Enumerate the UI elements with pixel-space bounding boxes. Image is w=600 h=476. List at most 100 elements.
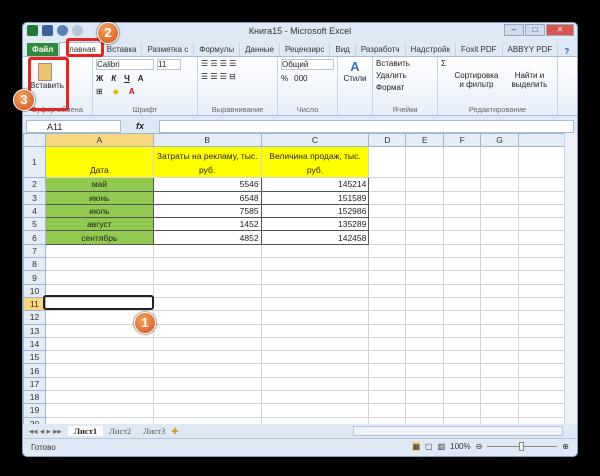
cell[interactable] — [152, 270, 262, 285]
select-all[interactable] — [23, 133, 46, 148]
column-header[interactable]: E — [405, 133, 445, 148]
cell[interactable] — [518, 270, 566, 285]
fill-color-icon[interactable]: ◆ — [113, 87, 119, 96]
cell[interactable] — [480, 296, 520, 312]
cell[interactable] — [443, 363, 482, 378]
tab-formulas[interactable]: Формулы — [194, 43, 241, 56]
cell[interactable] — [405, 270, 445, 285]
cell[interactable] — [405, 323, 445, 338]
column-header[interactable]: G — [480, 133, 520, 148]
header-cell-ad[interactable]: Затраты на рекламу, тыс. руб. — [152, 146, 262, 179]
cell[interactable] — [368, 323, 407, 338]
sort-filter-button[interactable]: Сортировка и фильтр — [454, 71, 499, 89]
cell[interactable] — [260, 270, 370, 285]
cell[interactable] — [260, 257, 370, 272]
cell[interactable] — [152, 376, 262, 392]
redo-icon[interactable] — [72, 25, 83, 36]
cell[interactable] — [368, 177, 407, 192]
cell[interactable] — [152, 296, 262, 312]
align-horizontal-icons[interactable]: ☰ ☰ ☰ ⊟ — [201, 72, 274, 81]
minimize-button[interactable]: – — [504, 24, 524, 36]
page-layout-view-icon[interactable]: ▢ — [425, 442, 433, 451]
page-break-view-icon[interactable]: ▥ — [438, 442, 446, 451]
cell[interactable] — [518, 363, 566, 378]
tab-developer[interactable]: Разработч — [356, 43, 406, 56]
cell[interactable] — [518, 283, 566, 298]
cell[interactable] — [480, 217, 520, 232]
cell-sales[interactable]: 142458 — [260, 230, 370, 245]
cell[interactable] — [260, 363, 370, 378]
row-header[interactable]: 14 — [23, 336, 46, 352]
cell[interactable] — [443, 230, 482, 245]
cell[interactable] — [480, 230, 520, 245]
cell[interactable] — [368, 283, 407, 298]
sheet-tab-1[interactable]: Лист1 — [67, 426, 104, 436]
cell[interactable] — [480, 323, 520, 338]
thousands-button[interactable]: 000 — [294, 74, 307, 83]
cell[interactable] — [260, 296, 370, 312]
sheet-nav-arrows[interactable]: ◂◂ ◂ ▸ ▸▸ — [23, 426, 68, 437]
cell[interactable] — [480, 350, 520, 365]
cell[interactable] — [405, 296, 445, 312]
tab-data[interactable]: Данные — [240, 43, 280, 56]
percent-button[interactable]: % — [281, 74, 288, 83]
undo-icon[interactable] — [57, 25, 68, 36]
cell[interactable] — [368, 336, 407, 352]
tab-addins[interactable]: Надстройк — [406, 43, 456, 56]
header-cell-date[interactable]: Дата — [44, 146, 154, 179]
borders-icon[interactable]: ⊞ — [96, 87, 103, 96]
cell[interactable] — [518, 336, 566, 352]
italic-button[interactable]: К — [111, 74, 116, 83]
cell[interactable] — [443, 243, 482, 259]
cell[interactable] — [368, 390, 407, 405]
font-grow-icon[interactable]: A — [138, 74, 144, 83]
row-header[interactable]: 15 — [23, 350, 46, 365]
cell[interactable] — [405, 350, 445, 365]
cell[interactable] — [518, 310, 566, 325]
cell[interactable] — [152, 283, 262, 298]
row-header[interactable]: 16 — [23, 363, 46, 378]
cell[interactable] — [480, 310, 520, 325]
selected-cell-a11[interactable] — [43, 295, 154, 310]
cell-sales[interactable]: 135289 — [260, 217, 370, 232]
row-header[interactable]: 3 — [23, 190, 46, 205]
cell-sales[interactable]: 151589 — [260, 190, 370, 205]
cell[interactable] — [518, 350, 566, 365]
cell[interactable] — [518, 190, 566, 205]
cell[interactable] — [443, 270, 482, 285]
cell[interactable] — [152, 257, 262, 272]
cell[interactable] — [480, 283, 520, 298]
cell-ad[interactable]: 4852 — [152, 230, 262, 245]
align-icons[interactable]: ☰ ☰ ☰ ☰ — [201, 59, 274, 68]
cell[interactable] — [44, 363, 154, 378]
row-header[interactable]: 6 — [23, 230, 46, 245]
cell[interactable] — [518, 390, 566, 405]
row-header[interactable]: 5 — [23, 217, 46, 232]
cell[interactable] — [405, 310, 445, 325]
find-select-button[interactable]: Найти и выделить — [507, 71, 552, 89]
formula-input[interactable] — [159, 119, 574, 133]
cell[interactable] — [152, 323, 262, 338]
font-name-select[interactable]: Calibri — [96, 59, 154, 70]
cell[interactable] — [152, 336, 262, 352]
cell[interactable] — [480, 190, 520, 205]
cell[interactable] — [405, 243, 445, 259]
close-button[interactable]: ✕ — [546, 24, 574, 36]
row-header[interactable]: 2 — [23, 177, 46, 192]
cell[interactable] — [518, 230, 566, 245]
sheet-tab-3[interactable]: Лист3 — [137, 426, 171, 436]
font-size-select[interactable]: 11 — [157, 59, 181, 70]
cell[interactable] — [480, 336, 520, 352]
cell[interactable] — [368, 363, 407, 378]
cell[interactable] — [443, 177, 482, 192]
cell[interactable] — [518, 243, 566, 259]
cell[interactable] — [518, 403, 566, 418]
cell[interactable] — [518, 296, 566, 312]
cell[interactable] — [480, 270, 520, 285]
cell[interactable] — [443, 403, 482, 418]
cell-ad[interactable]: 1452 — [152, 217, 262, 232]
insert-cells-button[interactable]: Вставить — [376, 59, 434, 68]
cell-month[interactable]: июнь — [44, 190, 154, 205]
normal-view-icon[interactable]: ▦ — [412, 442, 420, 451]
autosum-icon[interactable]: Σ — [441, 59, 446, 89]
